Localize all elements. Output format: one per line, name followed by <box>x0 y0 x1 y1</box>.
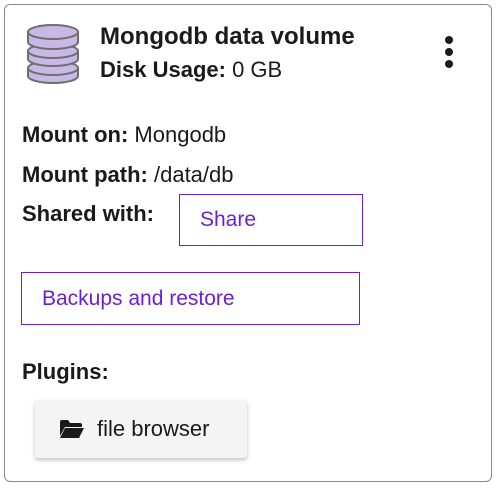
disk-usage-label: Disk Usage: <box>100 57 226 82</box>
database-icon <box>27 24 79 84</box>
shared-with-row: Shared with: <box>22 200 154 228</box>
mount-on-value: Mongodb <box>134 122 227 147</box>
plugins-label: Plugins: <box>22 359 109 384</box>
folder-open-icon <box>60 420 84 438</box>
more-options-icon[interactable] <box>432 30 466 74</box>
mount-on-row: Mount on: Mongodb <box>22 121 226 149</box>
volume-title: Mongodb data volume <box>100 23 355 50</box>
mount-path-row: Mount path: /data/db <box>22 161 234 189</box>
mount-on-label: Mount on: <box>22 122 129 147</box>
plugin-file-browser-label: file browser <box>97 416 210 441</box>
share-button[interactable]: Share <box>179 194 363 246</box>
mount-path-label: Mount path: <box>22 162 148 187</box>
disk-usage-value: 0 GB <box>232 57 283 82</box>
backups-and-restore-button[interactable]: Backups and restore <box>21 272 360 325</box>
mount-path-value: /data/db <box>153 162 234 187</box>
shared-with-label: Shared with: <box>22 201 155 226</box>
plugin-file-browser-button[interactable]: file browser <box>35 400 247 458</box>
disk-usage: Disk Usage: 0 GB <box>100 56 282 84</box>
